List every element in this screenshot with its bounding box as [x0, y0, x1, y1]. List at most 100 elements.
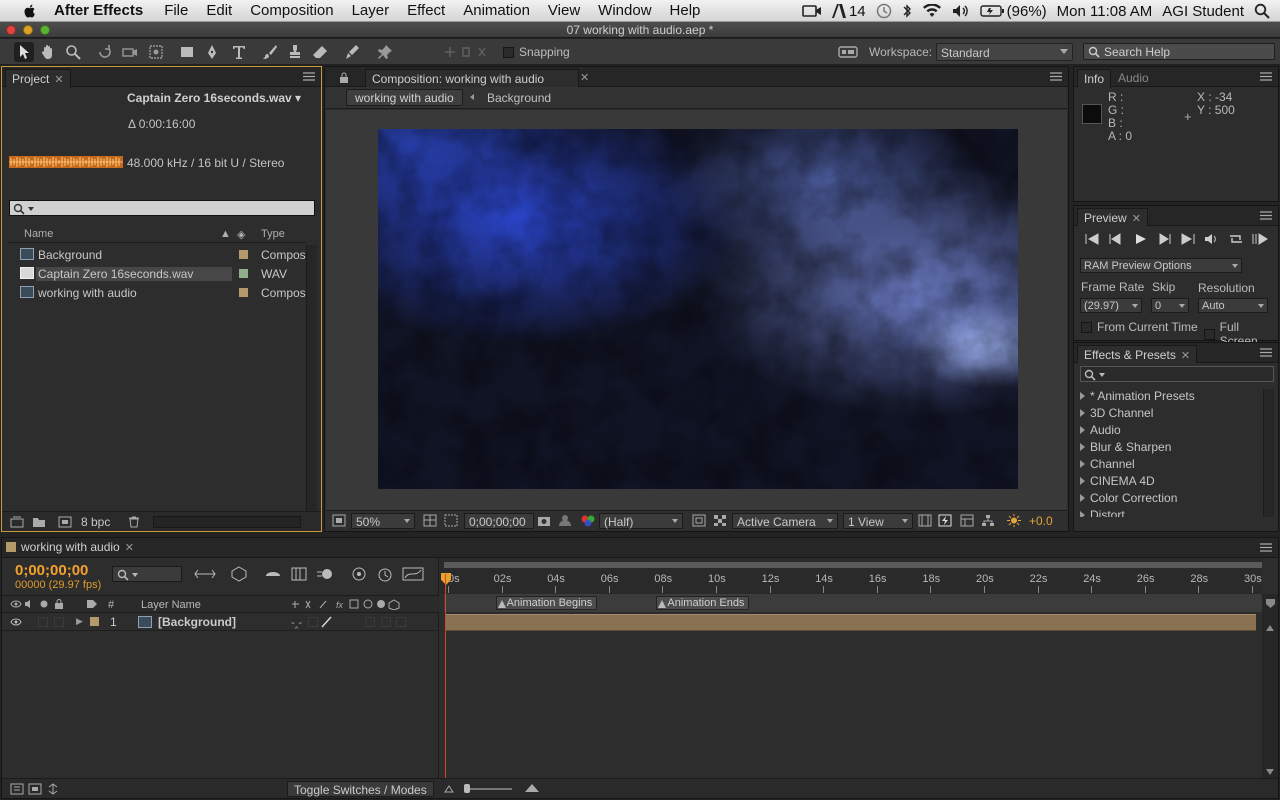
hand-tool[interactable] [38, 42, 58, 62]
sort-arrow-icon[interactable]: ▲ [220, 228, 231, 240]
expand-modes-icon[interactable] [28, 783, 42, 795]
previous-frame-icon[interactable] [1108, 232, 1124, 246]
expand-layer-switches-icon[interactable] [10, 783, 24, 795]
current-time-field[interactable]: 0;00;00;00 [464, 513, 534, 529]
axis-mode-buttons[interactable] [440, 42, 490, 62]
rectangle-tool[interactable] [177, 42, 197, 62]
rotation-tool[interactable] [95, 42, 115, 62]
apple-icon[interactable] [20, 3, 40, 19]
disclosure-triangle-icon[interactable] [1080, 392, 1085, 400]
brainstorm-icon[interactable] [350, 566, 368, 582]
selected-item-name[interactable]: Captain Zero 16seconds.wav ▾ [127, 91, 301, 105]
camera-icon[interactable] [802, 4, 822, 18]
snapping-toggle[interactable]: Snapping [503, 45, 570, 59]
wifi-icon[interactable] [922, 4, 942, 18]
toggle-pixel-aspect-icon[interactable] [918, 514, 932, 527]
panel-menu-icon[interactable] [303, 72, 315, 81]
puppet-pin-tool[interactable] [375, 42, 395, 62]
timeline-scrollbar[interactable] [1262, 594, 1278, 780]
always-preview-icon[interactable] [332, 514, 346, 527]
effects-category[interactable]: * Animation Presets [1080, 389, 1195, 403]
tab-preview[interactable]: Preview ✕ [1077, 208, 1148, 226]
effects-search-input[interactable] [1080, 366, 1274, 382]
timeline-zoom-slider[interactable] [464, 784, 512, 793]
clock[interactable]: Mon 11:08 AM [1057, 3, 1153, 20]
tab-timeline[interactable]: working with audio ✕ [6, 540, 134, 554]
effects-category[interactable]: Channel [1080, 457, 1135, 471]
eye-icon[interactable] [10, 599, 22, 609]
graph-editor-icon[interactable] [402, 566, 424, 582]
adjustment-switch[interactable] [365, 617, 375, 627]
magnification-dropdown[interactable]: 50% [351, 513, 415, 529]
from-current-time-toggle[interactable]: From Current Time [1081, 320, 1198, 334]
preview-resolution-dropdown[interactable]: Auto [1198, 298, 1268, 313]
ram-preview-icon[interactable] [1252, 232, 1268, 246]
disclosure-triangle-icon[interactable] [1080, 511, 1085, 517]
camera-tool[interactable] [120, 42, 140, 62]
quality-switch[interactable] [308, 617, 318, 627]
collapse-transform-switch[interactable]: -‸- [291, 616, 302, 629]
user-name[interactable]: AGI Student [1162, 3, 1244, 20]
expand-triangle-icon[interactable]: ▶ [76, 616, 83, 627]
menu-composition[interactable]: Composition [241, 2, 342, 19]
effects-category[interactable]: Audio [1080, 423, 1121, 437]
play-icon[interactable] [1132, 232, 1148, 246]
menu-window[interactable]: Window [589, 2, 660, 19]
menu-help[interactable]: Help [661, 2, 710, 19]
eraser-tool[interactable] [310, 42, 330, 62]
eye-icon[interactable] [10, 617, 22, 627]
menu-layer[interactable]: Layer [343, 2, 399, 19]
3d-view-dropdown[interactable]: Active Camera [732, 513, 838, 529]
panel-menu-icon[interactable] [1260, 348, 1272, 357]
fast-previews-icon[interactable] [938, 514, 952, 527]
region-of-interest-icon[interactable] [692, 514, 706, 527]
layer-duration-bar[interactable] [445, 614, 1256, 631]
column-type[interactable]: Type [261, 228, 285, 240]
layer-name[interactable]: [Background] [158, 615, 236, 629]
scroll-up-icon[interactable] [1265, 624, 1275, 632]
speaker-icon[interactable] [1204, 232, 1220, 246]
panel-menu-icon[interactable] [1050, 72, 1062, 81]
disclosure-triangle-icon[interactable] [1080, 494, 1085, 502]
selection-tool[interactable] [14, 42, 34, 62]
effects-category[interactable]: Color Correction [1080, 491, 1177, 505]
scroll-down-icon[interactable] [1265, 768, 1275, 776]
layer-search-input[interactable] [112, 566, 182, 582]
3d-layer-switch[interactable] [396, 617, 406, 627]
disclosure-triangle-icon[interactable] [1080, 460, 1085, 468]
search-help-input[interactable]: Search Help [1083, 43, 1275, 60]
volume-icon[interactable] [952, 4, 970, 18]
audio-speaker-icon[interactable] [24, 599, 34, 609]
workspace-dropdown[interactable]: Standard [936, 43, 1073, 61]
show-channel-icon[interactable] [580, 514, 596, 527]
timeline-icon[interactable] [960, 514, 974, 527]
label-color-swatch[interactable] [239, 250, 248, 259]
first-frame-icon[interactable] [1084, 232, 1100, 246]
composition-canvas[interactable] [378, 129, 1018, 489]
grid-guides-icon[interactable] [423, 514, 437, 527]
toggle-switches-modes-button[interactable]: Toggle Switches / Modes [287, 781, 434, 797]
app-menu[interactable]: After Effects [48, 2, 155, 19]
motion-blur-icon[interactable] [316, 566, 334, 582]
disclosure-triangle-icon[interactable] [1080, 443, 1085, 451]
battery-status[interactable]: (96%) [979, 3, 1047, 20]
label-color-swatch[interactable] [239, 288, 248, 297]
flowchart-icon[interactable] [981, 514, 995, 527]
column-layer-name[interactable]: Layer Name [141, 599, 201, 611]
frame-rate-dropdown[interactable]: (29.97) [1080, 298, 1142, 313]
layer-label-color[interactable] [90, 617, 99, 626]
close-icon[interactable]: ✕ [1181, 350, 1190, 362]
snapping-checkbox[interactable] [503, 46, 514, 58]
menu-edit[interactable]: Edit [197, 2, 241, 19]
project-item[interactable]: Background Compos [16, 245, 306, 264]
disclosure-triangle-icon[interactable] [1080, 409, 1085, 417]
lock-icon[interactable] [54, 599, 64, 609]
pen-tool[interactable] [202, 42, 222, 62]
project-horizontal-scrollbar[interactable] [153, 516, 301, 528]
interpret-footage-icon[interactable] [10, 516, 24, 528]
tab-info[interactable]: Info [1077, 69, 1112, 87]
menu-file[interactable]: File [155, 2, 197, 19]
effects-category[interactable]: Distort [1080, 508, 1125, 517]
close-icon[interactable]: ✕ [125, 541, 134, 554]
pan-behind-tool[interactable] [146, 42, 166, 62]
